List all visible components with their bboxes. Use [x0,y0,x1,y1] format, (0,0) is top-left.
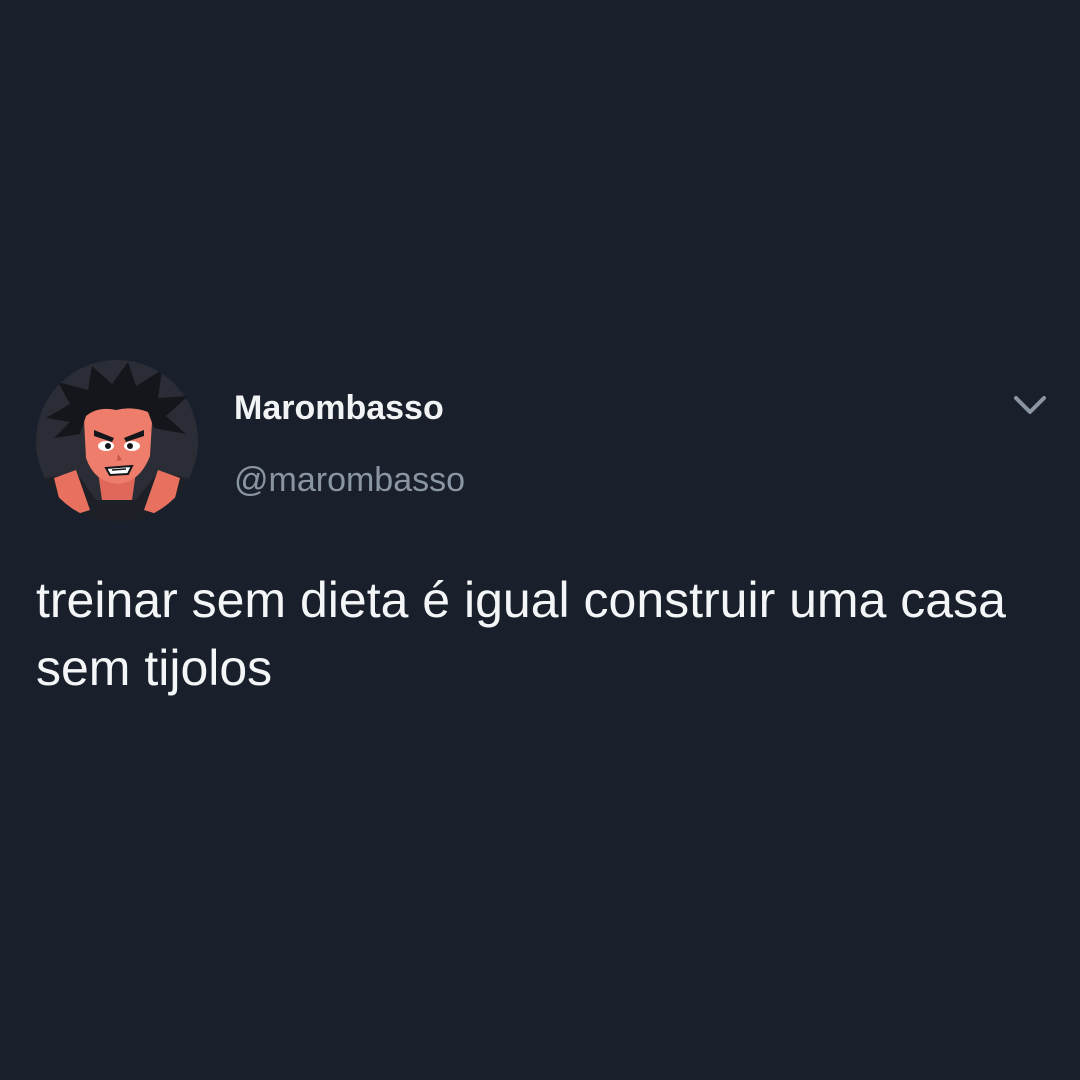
tweet-card: Marombasso @marombasso treinar sem dieta… [0,0,1080,1080]
display-name[interactable]: Marombasso [234,386,444,430]
tweet-text: treinar sem dieta é igual construir uma … [36,572,1006,696]
anime-character-avatar-icon [36,360,198,522]
avatar[interactable] [36,360,198,522]
chevron-down-icon[interactable] [1008,388,1052,422]
username-handle[interactable]: @marombasso [234,458,465,502]
